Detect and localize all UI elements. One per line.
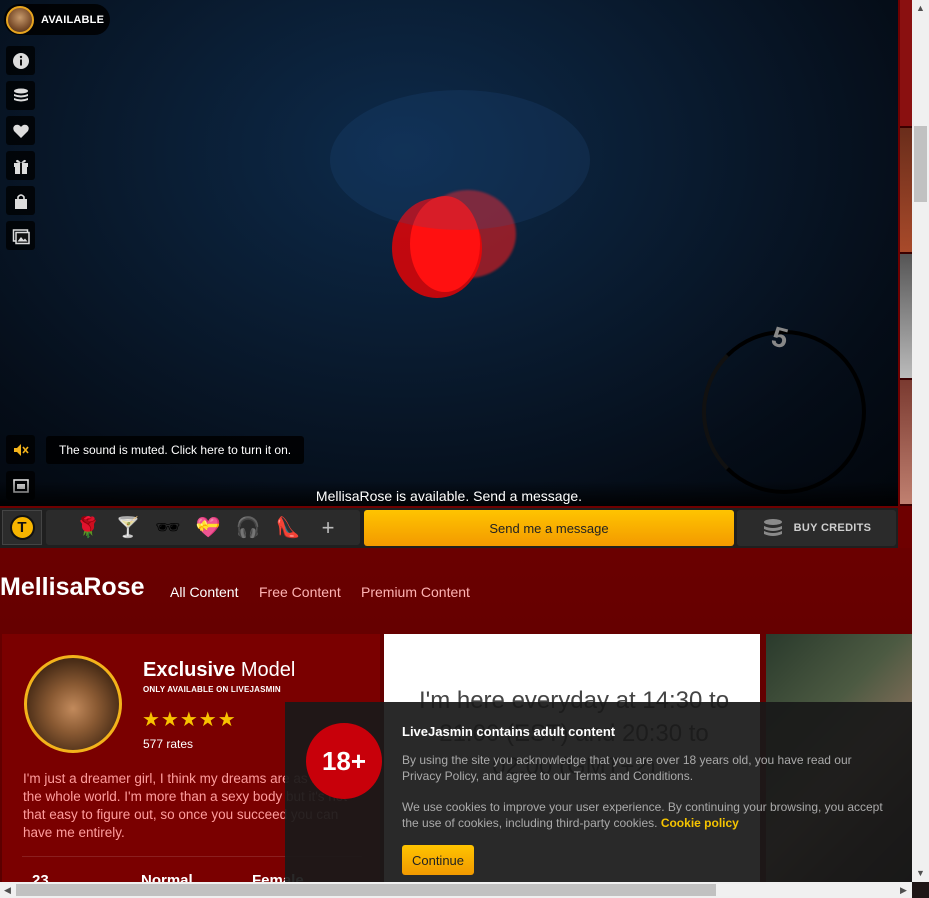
tab-free-content[interactable]: Free Content: [259, 584, 341, 600]
availability-message: MellisaRose is available. Send a message…: [0, 481, 898, 506]
thumbnail[interactable]: [900, 380, 912, 504]
token-icon: T: [9, 515, 35, 540]
thumbnail-strip[interactable]: [900, 0, 912, 506]
cookie-paragraph-age: By using the site you acknowledge that y…: [402, 753, 852, 783]
gift-sunglasses-icon[interactable]: 🕶: [148, 510, 188, 545]
model-name: MellisaRose: [0, 573, 145, 601]
thumbnail[interactable]: [900, 0, 912, 126]
video-blur-light: [330, 90, 590, 230]
vertical-scrollbar[interactable]: ▲ ▼: [912, 0, 929, 882]
gift-heels-icon[interactable]: 👠: [268, 510, 308, 545]
rating-count: 577 rates: [143, 737, 194, 751]
scroll-up-icon[interactable]: ▲: [916, 3, 925, 13]
token-button[interactable]: T: [2, 510, 42, 545]
scroll-right-icon[interactable]: ▶: [900, 885, 907, 896]
gift-bar: 🌹 🍸 🕶 💝 🎧 👠 +: [46, 510, 360, 545]
scrollbar-thumb[interactable]: [914, 126, 927, 202]
thumbnail[interactable]: [900, 254, 912, 378]
cookie-paragraph-cookies: We use cookies to improve your user expe…: [402, 800, 883, 830]
gallery-button[interactable]: [6, 221, 35, 250]
gift-headphones-icon[interactable]: 🎧: [228, 510, 268, 545]
mute-tooltip[interactable]: The sound is muted. Click here to turn i…: [46, 436, 305, 464]
thumbnail[interactable]: [900, 128, 912, 252]
gallery-icon: [12, 228, 30, 244]
info-icon: [12, 52, 29, 69]
buy-credits-button[interactable]: BUY CREDITS: [737, 510, 896, 546]
gift-cocktail-icon[interactable]: 🍸: [108, 510, 148, 545]
cookie-title: LiveJasmin contains adult content: [402, 724, 616, 739]
shop-button[interactable]: [6, 186, 35, 215]
exclusive-subtitle: ONLY AVAILABLE ON LIVEJASMIN: [143, 685, 281, 694]
gift-rose-icon[interactable]: 🌹: [68, 510, 108, 545]
favorite-button[interactable]: [6, 116, 35, 145]
scroll-left-icon[interactable]: ◀: [4, 885, 11, 896]
model-avatar: [6, 5, 34, 34]
tab-all-content[interactable]: All Content: [170, 584, 238, 600]
countdown-ring: [702, 330, 866, 494]
gift-button[interactable]: [6, 151, 35, 180]
scrollbar-thumb[interactable]: [16, 884, 716, 896]
credits-button[interactable]: [6, 81, 35, 110]
gift-perfume-icon[interactable]: 💝: [188, 510, 228, 545]
more-gifts-button[interactable]: +: [308, 515, 348, 541]
status-pill[interactable]: AVAILABLE: [4, 4, 110, 35]
gift-icon: [13, 159, 28, 174]
info-button[interactable]: [6, 46, 35, 75]
scroll-down-icon[interactable]: ▼: [916, 868, 925, 878]
bag-icon: [14, 193, 27, 209]
muted-speaker-icon: [13, 443, 29, 456]
tab-premium-content[interactable]: Premium Content: [361, 584, 470, 600]
credits-stack-icon: [763, 519, 782, 536]
heart-icon: [12, 124, 29, 138]
cookie-policy-link[interactable]: Cookie policy: [661, 816, 739, 830]
send-message-button[interactable]: Send me a message: [364, 510, 734, 546]
continue-button[interactable]: Continue: [402, 845, 474, 875]
unmute-button[interactable]: [6, 435, 35, 464]
age-badge: 18+: [306, 723, 382, 799]
profile-avatar[interactable]: [24, 655, 122, 753]
exclusive-heading: Exclusive Model: [143, 659, 296, 681]
rating-stars: ★★★★★: [142, 709, 237, 731]
horizontal-scrollbar[interactable]: ◀ ▶: [0, 882, 912, 898]
credits-stack-icon: [13, 88, 28, 101]
buy-credits-label: BUY CREDITS: [793, 522, 872, 534]
status-label: AVAILABLE: [41, 13, 105, 26]
